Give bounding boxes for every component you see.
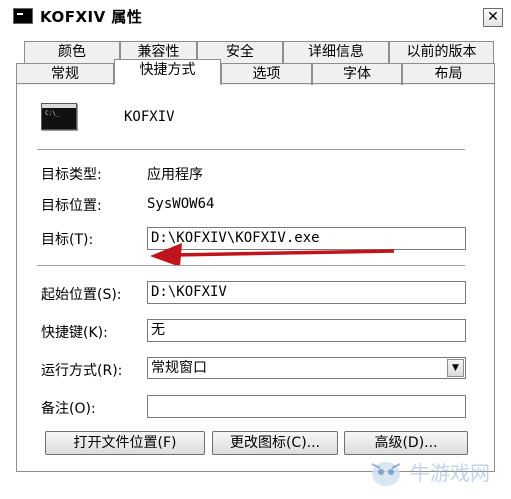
panel-top-border-left <box>16 83 114 84</box>
title-bar[interactable]: KOFXIV 属性 ✕ <box>0 0 511 36</box>
watermark-text: 牛游戏网 <box>410 461 490 485</box>
tab-colors[interactable]: 颜色 <box>24 41 120 63</box>
console-icon <box>13 8 33 24</box>
comment-label: 备注(O): <box>41 401 96 417</box>
target-location-label: 目标位置: <box>41 198 102 214</box>
run-label: 运行方式(R): <box>41 363 123 379</box>
hotkey-field[interactable]: 无 <box>147 319 466 342</box>
hotkey-label: 快捷键(K): <box>41 325 108 341</box>
change-icon-button[interactable]: 更改图标(C)... <box>212 431 338 455</box>
shortcut-name: KOFXIV <box>124 109 175 125</box>
target-label: 目标(T): <box>41 232 94 248</box>
run-select[interactable]: 常规窗口 ▼ <box>147 357 466 379</box>
window-title: KOFXIV 属性 <box>40 8 143 26</box>
separator <box>37 265 465 267</box>
tab-shortcut[interactable]: 快捷方式 <box>114 59 221 84</box>
start-in-label: 起始位置(S): <box>41 287 122 303</box>
separator <box>37 149 465 151</box>
chevron-down-icon[interactable]: ▼ <box>447 359 464 377</box>
target-type-value: 应用程序 <box>147 167 203 183</box>
target-location-value: SysWOW64 <box>147 196 215 212</box>
console-app-icon <box>41 103 77 130</box>
panel-top-border-right <box>221 83 495 84</box>
target-type-label: 目标类型: <box>41 167 102 183</box>
comment-field[interactable] <box>147 395 466 418</box>
watermark-logo: 牛游戏网 <box>371 461 490 486</box>
close-button[interactable]: ✕ <box>483 8 503 27</box>
start-in-field[interactable]: D:\KOFXIV <box>147 281 466 304</box>
tab-previous-versions[interactable]: 以前的版本 <box>389 41 494 63</box>
tab-details[interactable]: 详细信息 <box>283 41 389 63</box>
run-select-value: 常规窗口 <box>151 360 207 376</box>
open-file-location-button[interactable]: 打开文件位置(F) <box>45 431 205 455</box>
